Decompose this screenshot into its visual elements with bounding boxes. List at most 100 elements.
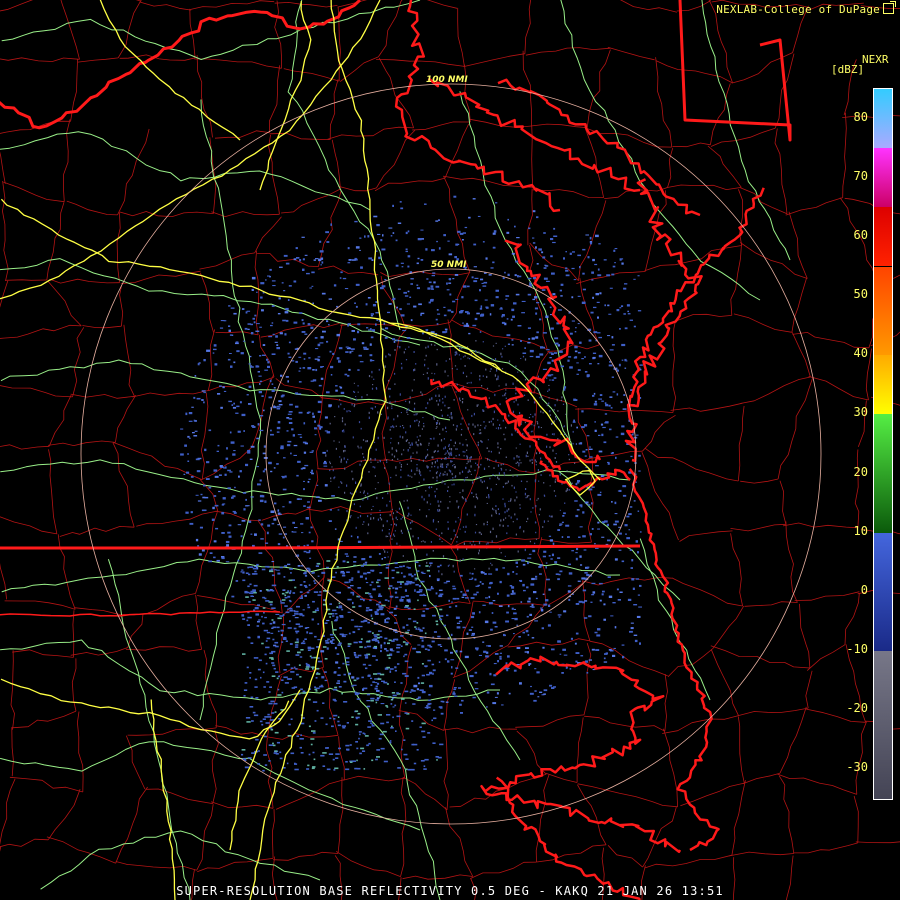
echo-pixel <box>603 657 606 660</box>
echo-pixel <box>530 413 532 415</box>
county-border <box>374 177 446 192</box>
echo-pixel <box>480 463 482 466</box>
echo-pixel <box>379 733 384 736</box>
echo-pixel <box>401 748 403 751</box>
echo-pixel <box>284 311 289 314</box>
echo-pixel <box>452 424 455 426</box>
echo-pixel <box>464 451 466 453</box>
echo-pixel <box>279 615 283 617</box>
echo-pixel <box>263 409 265 412</box>
echo-pixel <box>539 452 541 454</box>
echo-pixel <box>452 477 454 479</box>
echo-pixel <box>384 637 388 640</box>
echo-pixel <box>543 550 547 553</box>
echo-pixel <box>475 350 477 353</box>
echo-pixel <box>511 344 514 346</box>
echo-pixel <box>616 588 619 591</box>
county-border <box>731 780 746 856</box>
echo-pixel <box>390 442 392 444</box>
echo-pixel <box>558 616 561 618</box>
echo-pixel <box>368 742 371 745</box>
echo-pixel <box>442 555 445 558</box>
echo-pixel <box>467 427 469 430</box>
echo-pixel <box>536 499 538 501</box>
echo-pixel <box>613 249 616 252</box>
echo-pixel <box>456 384 458 386</box>
county-border <box>463 53 525 67</box>
echo-pixel <box>511 433 513 436</box>
county-border <box>535 774 550 863</box>
echo-pixel <box>572 430 574 433</box>
echo-pixel <box>329 350 332 353</box>
county-border <box>115 861 197 871</box>
county-border <box>799 603 811 669</box>
echo-pixel <box>423 604 427 607</box>
echo-pixel <box>193 419 196 422</box>
echo-pixel <box>314 609 319 612</box>
echo-pixel <box>515 491 517 493</box>
echo-pixel <box>371 387 374 390</box>
interstate-lines <box>0 0 601 900</box>
echo-pixel <box>601 521 605 524</box>
radar-map[interactable]: 50 NMI 100 NMI <box>0 0 900 900</box>
echo-pixel <box>476 497 479 500</box>
echo-pixel <box>450 453 453 456</box>
echo-pixel <box>471 572 474 575</box>
echo-pixel <box>448 452 450 455</box>
color-scale-segment <box>874 148 892 208</box>
echo-pixel <box>365 582 369 584</box>
echo-pixel <box>575 652 580 654</box>
echo-pixel <box>314 582 317 584</box>
echo-pixel <box>431 719 433 722</box>
echo-pixel <box>270 728 274 731</box>
echo-pixel <box>386 520 388 523</box>
echo-pixel <box>407 290 410 293</box>
echo-pixel <box>418 585 421 588</box>
echo-pixel <box>449 452 451 455</box>
echo-pixel <box>549 414 551 416</box>
echo-pixel <box>296 640 299 642</box>
echo-pixel <box>439 474 441 477</box>
county-border <box>663 728 678 807</box>
echo-pixel <box>357 570 360 574</box>
echo-pixel <box>543 303 546 305</box>
credit-link[interactable]: NEXLAB-College of DuPage <box>716 1 896 16</box>
echo-pixel <box>431 288 434 290</box>
county-border <box>309 470 319 509</box>
echo-pixel <box>414 579 417 581</box>
echo-pixel <box>629 319 633 321</box>
echo-pixel <box>448 282 452 284</box>
echo-pixel <box>370 677 373 680</box>
echo-pixel <box>420 682 425 684</box>
echo-pixel <box>389 670 392 673</box>
county-border <box>774 128 788 214</box>
highway-line <box>560 0 761 301</box>
echo-pixel <box>360 446 362 449</box>
echo-pixel <box>436 400 438 402</box>
echo-pixel <box>540 427 542 429</box>
echo-pixel <box>423 478 425 481</box>
echo-pixel <box>443 314 447 317</box>
echo-pixel <box>546 445 548 448</box>
county-border <box>269 65 281 133</box>
echo-pixel <box>477 215 481 217</box>
echo-pixel <box>470 456 472 459</box>
echo-pixel <box>296 257 300 259</box>
echo-pixel <box>492 232 496 235</box>
echo-pixel <box>336 606 338 608</box>
county-border <box>522 50 532 127</box>
echo-pixel <box>301 532 304 534</box>
echo-pixel <box>288 579 293 582</box>
echo-pixel <box>310 743 313 746</box>
echo-pixel <box>213 540 217 543</box>
echo-pixel <box>532 276 537 280</box>
echo-pixel <box>353 391 356 393</box>
echo-pixel <box>582 535 586 538</box>
echo-pixel <box>429 337 431 339</box>
echo-pixel <box>479 375 481 378</box>
echo-pixel <box>481 583 484 585</box>
echo-pixel <box>292 434 295 437</box>
echo-pixel <box>306 768 310 770</box>
echo-pixel <box>429 566 431 568</box>
county-border <box>47 440 116 446</box>
